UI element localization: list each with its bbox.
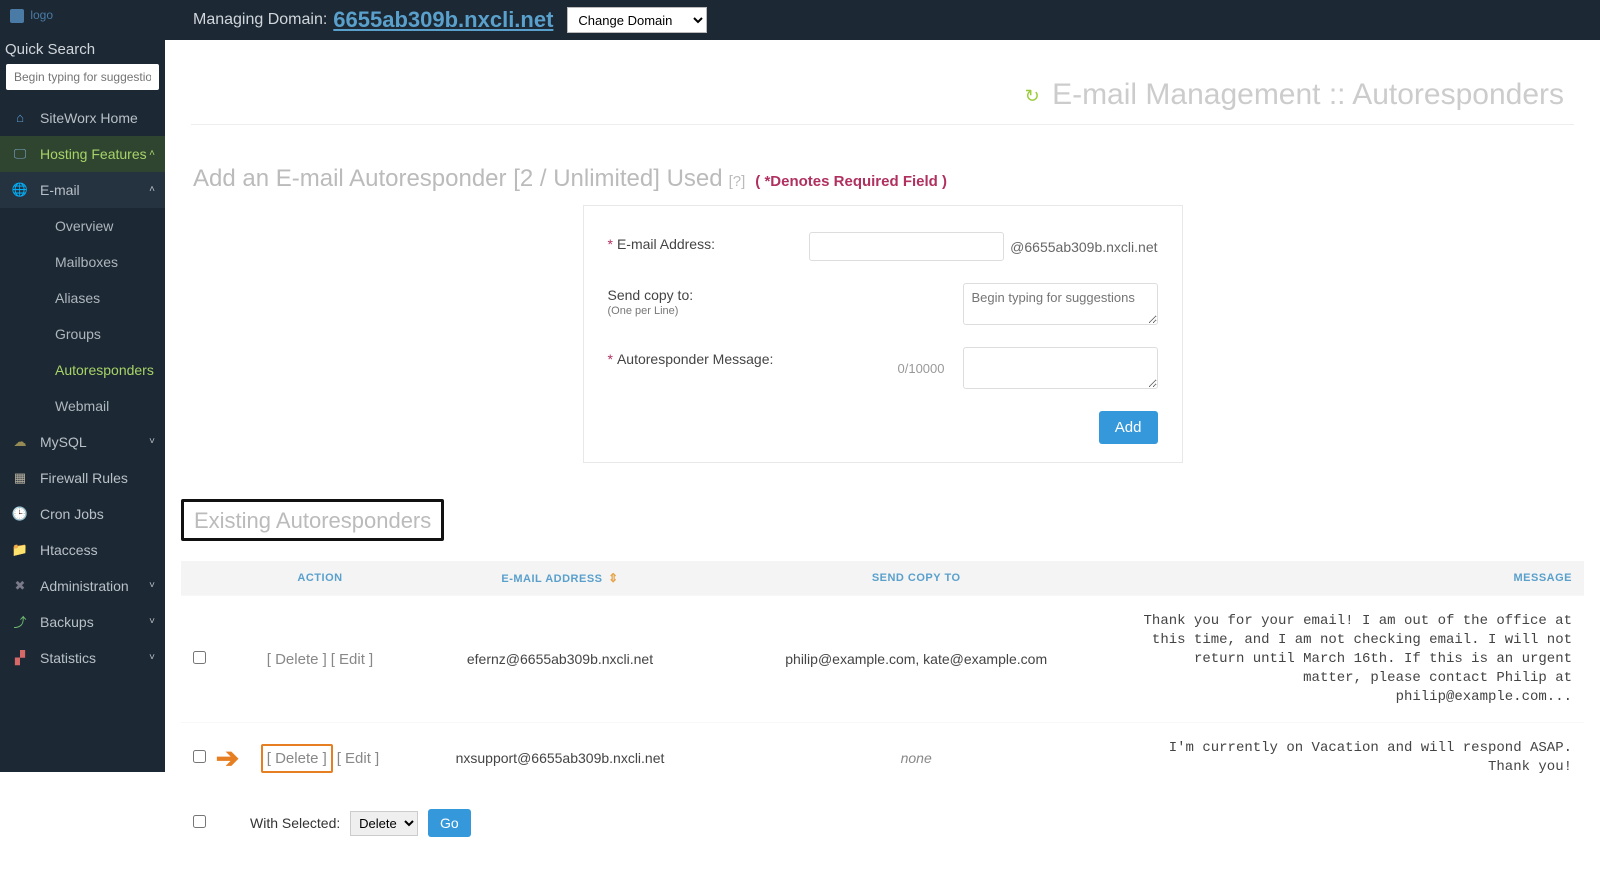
nav-home-label: SiteWorx Home [40,110,138,126]
home-icon: ⌂ [12,110,28,126]
backup-icon: ⤴ [12,614,28,630]
bulk-action-select[interactable]: Delete [350,811,418,836]
page-title-text: E-mail Management :: Autoresponders [1052,78,1564,111]
nav-admin[interactable]: ✖ Administration ˅ [0,568,165,604]
email-domain-suffix: @6655ab309b.nxcli.net [1010,239,1157,255]
chevron-down-icon: ˅ [149,652,155,663]
row-checkbox[interactable] [193,750,206,763]
nav-email-mailboxes[interactable]: Mailboxes [0,244,165,280]
add-button[interactable]: Add [1099,411,1158,444]
nav-cron-label: Cron Jobs [40,506,104,522]
col-action[interactable]: ACTION [230,561,410,596]
nav-cron[interactable]: 🕒 Cron Jobs [0,496,165,532]
required-note: ( *Denotes Required Field ) [755,173,947,190]
nav-email[interactable]: 🌐 E-mail ˄ [0,172,165,208]
main-content: ↻ E-mail Management :: Autoresponders Ad… [165,40,1600,893]
managing-domain-label: Managing Domain: [193,11,327,29]
quick-search-label: Quick Search [0,31,165,64]
nav-email-overview[interactable]: Overview [0,208,165,244]
nav-hosting-label: Hosting Features [40,146,147,162]
nav-firewall-label: Firewall Rules [40,470,128,486]
current-domain-link[interactable]: 6655ab309b.nxcli.net [333,7,553,33]
email-address-label: *E-mail Address: [608,232,788,252]
chevron-down-icon: ˅ [149,580,155,591]
row-send-copy: philip@example.com, kate@example.com [710,596,1122,723]
existing-autoresponders-heading: Existing Autoresponders [181,499,444,541]
delete-link[interactable]: [ Delete ] [267,651,327,668]
chevron-up-icon: ˄ [149,184,155,195]
quick-search-input[interactable] [6,64,159,90]
nav-email-webmail[interactable]: Webmail [0,388,165,424]
logo-text: logo [30,8,53,22]
logo-icon [10,9,24,23]
edit-link[interactable]: [ Edit ] [331,651,374,668]
firewall-icon: ▦ [12,470,28,486]
change-domain-select[interactable]: Change Domain [567,7,707,33]
sidebar: logo Quick Search ⌂ SiteWorx Home 🖵 Host… [0,0,165,772]
chevron-up-icon: ˄ [149,148,155,159]
chevron-down-icon: ˅ [149,436,155,447]
clock-icon: 🕒 [12,506,28,522]
logo: logo [0,0,165,31]
nav-backups[interactable]: ⤴ Backups ˅ [0,604,165,640]
email-address-input[interactable] [809,232,1004,261]
nav-firewall[interactable]: ▦ Firewall Rules [0,460,165,496]
divider [191,124,1574,125]
col-email[interactable]: E-MAIL ADDRESS ⇕ [410,561,710,596]
nav-stats-label: Statistics [40,650,96,666]
reload-icon[interactable]: ↻ [1025,86,1040,106]
database-icon: ☁ [12,434,28,450]
row-send-copy: none [901,750,932,766]
send-copy-label: Send copy to: (One per Line) [608,283,788,317]
select-all-checkbox[interactable] [193,815,206,828]
page-title: ↻ E-mail Management :: Autoresponders [171,40,1594,124]
nav-email-aliases[interactable]: Aliases [0,280,165,316]
send-copy-note: (One per Line) [608,305,788,317]
delete-link[interactable]: [ Delete ] [261,744,333,773]
sort-icon: ⇕ [608,571,619,585]
go-button[interactable]: Go [428,809,471,837]
nav-email-label: E-mail [40,182,80,198]
header-bar: Managing Domain: 6655ab309b.nxcli.net Ch… [165,0,1600,40]
nav-htaccess-label: Htaccess [40,542,98,558]
monitor-icon: 🖵 [12,146,28,162]
table-row: ➔ [ Delete ] [ Edit ] nxsupport@6655ab30… [181,723,1584,793]
row-message: Thank you for your email! I am out of th… [1122,596,1584,723]
row-checkbox[interactable] [193,651,206,664]
table-row: [ Delete ] [ Edit ] efernz@6655ab309b.nx… [181,596,1584,723]
nav-hosting-features[interactable]: 🖵 Hosting Features ˄ [0,136,165,172]
nav-htaccess[interactable]: 📁 Htaccess [0,532,165,568]
col-send-copy[interactable]: SEND COPY TO [710,561,1122,596]
col-message[interactable]: MESSAGE [1122,561,1584,596]
row-message: I'm currently on Vacation and will respo… [1122,723,1584,793]
autoresponder-message-textarea[interactable] [963,347,1158,389]
nav-home[interactable]: ⌂ SiteWorx Home [0,100,165,136]
add-autoresponder-heading: Add an E-mail Autoresponder [2 / Unlimit… [193,165,1594,193]
nav-backups-label: Backups [40,614,94,630]
arrow-annotation-icon: ➔ [216,742,239,775]
globe-icon: 🌐 [12,182,28,198]
nav-email-autoresponders[interactable]: Autoresponders [0,352,165,388]
with-selected-label: With Selected: [250,815,340,831]
help-icon[interactable]: [?] [729,173,746,190]
nav-mysql[interactable]: ☁ MySQL ˅ [0,424,165,460]
autoresponder-message-label: *Autoresponder Message: [608,347,788,367]
nav-mysql-label: MySQL [40,434,87,450]
edit-link[interactable]: [ Edit ] [337,750,380,767]
chevron-down-icon: ˅ [149,616,155,627]
folder-icon: 📁 [12,542,28,558]
bulk-action-row: With Selected: Delete Go [181,793,1584,853]
add-autoresponder-form: *E-mail Address: @6655ab309b.nxcli.net S… [583,205,1183,463]
send-copy-textarea[interactable] [963,283,1158,325]
char-count: 0/10000 [898,361,945,376]
row-email: efernz@6655ab309b.nxcli.net [410,596,710,723]
add-heading-text: Add an E-mail Autoresponder [2 / Unlimit… [193,165,723,193]
wrench-icon: ✖ [12,578,28,594]
autoresponders-table: ACTION E-MAIL ADDRESS ⇕ SEND COPY TO MES… [181,561,1584,853]
chart-icon: ▞ [12,650,28,666]
nav-admin-label: Administration [40,578,129,594]
row-email: nxsupport@6655ab309b.nxcli.net [410,723,710,793]
nav-stats[interactable]: ▞ Statistics ˅ [0,640,165,676]
nav-email-groups[interactable]: Groups [0,316,165,352]
